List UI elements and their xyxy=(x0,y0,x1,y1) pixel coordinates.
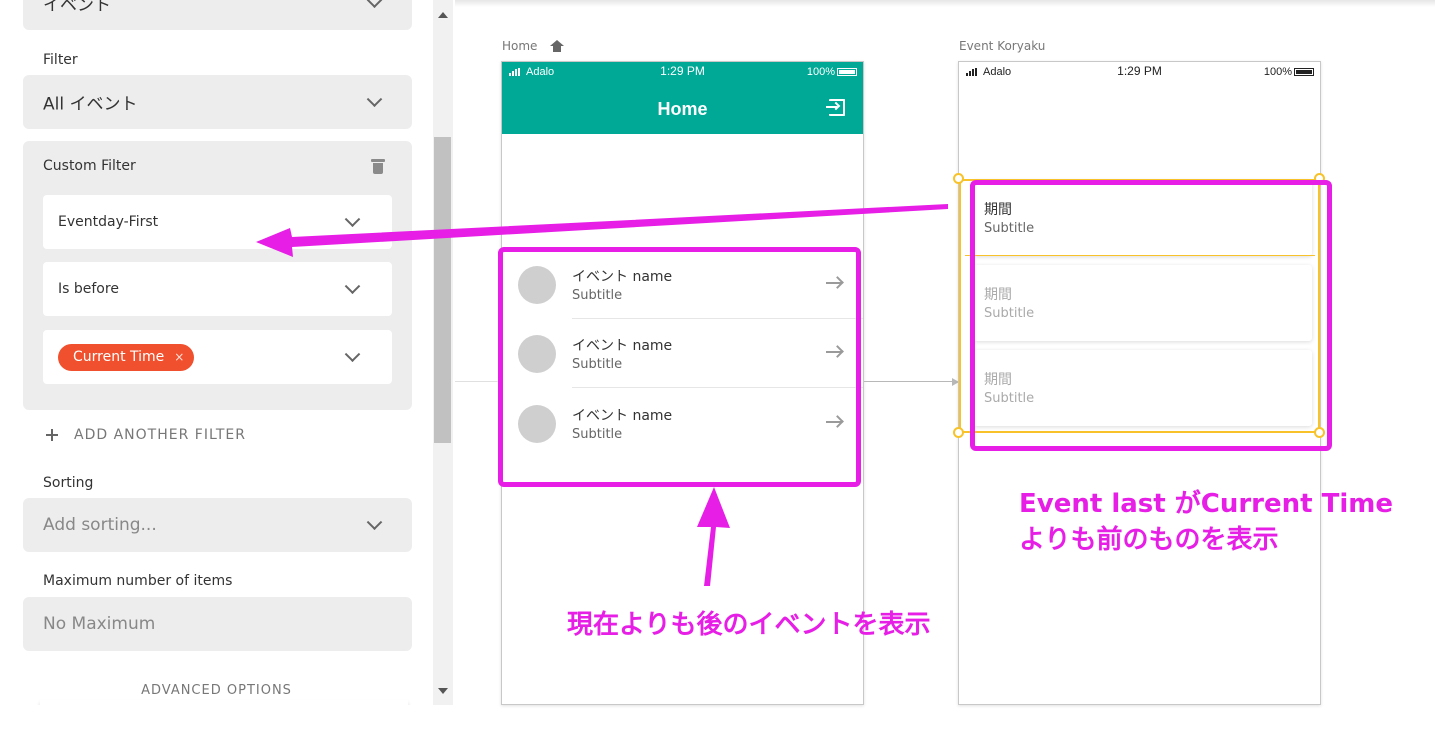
filter-label: Filter xyxy=(43,52,78,68)
status-bar: Adalo 1:29 PM 100% xyxy=(959,62,1320,82)
chip-remove-icon[interactable]: × xyxy=(174,344,184,371)
sorting-placeholder: Add sorting... xyxy=(43,515,157,535)
screen-label-home[interactable]: Home xyxy=(502,39,537,53)
scrollbar-thumb[interactable] xyxy=(434,137,451,443)
max-items-value: No Maximum xyxy=(43,614,156,634)
add-filter-label: ADD ANOTHER FILTER xyxy=(74,427,246,443)
filter-select-value: All イベント xyxy=(43,94,138,115)
status-bar: Adalo 1:29 PM 100% xyxy=(502,62,863,82)
current-time-chip[interactable]: Current Time × xyxy=(58,344,195,371)
chip-label: Current Time xyxy=(73,349,165,365)
resize-handle[interactable] xyxy=(953,173,964,184)
battery-percent: 100% xyxy=(1263,66,1292,78)
resize-handle[interactable] xyxy=(953,427,964,438)
highlight-home-list xyxy=(498,247,861,487)
filter-operator-value: Is before xyxy=(58,281,119,297)
battery-percent: 100% xyxy=(806,66,835,78)
battery-icon xyxy=(1294,68,1314,76)
logout-icon[interactable] xyxy=(826,99,845,116)
trash-icon[interactable] xyxy=(371,159,385,174)
app-bar[interactable]: Adalo 1:29 PM 100% Home xyxy=(502,62,863,134)
max-items-input[interactable]: No Maximum xyxy=(23,597,412,651)
chevron-down-icon xyxy=(366,91,383,108)
custom-filter-card: Custom Filter Eventday-First Is before C… xyxy=(23,141,412,410)
filter-field-select[interactable]: Eventday-First xyxy=(43,195,392,249)
annotation-bottom: 現在よりも後のイベントを表示 xyxy=(567,610,931,640)
filter-operator-select[interactable]: Is before xyxy=(43,262,392,316)
app-bar-title: Home xyxy=(657,99,708,119)
filter-field-value: Eventday-First xyxy=(58,214,159,230)
chevron-down-icon xyxy=(344,211,361,228)
home-icon xyxy=(550,40,564,52)
link-line xyxy=(455,381,500,382)
chevron-down-icon xyxy=(366,0,383,9)
chevron-down-icon xyxy=(344,346,361,363)
custom-filter-title: Custom Filter xyxy=(43,158,136,174)
list-settings-panel: イベント Filter All イベント Custom Filter Event… xyxy=(0,0,433,705)
screen-label-event[interactable]: Event Koryaku xyxy=(959,39,1045,53)
scroll-up-arrow-icon[interactable] xyxy=(438,12,448,18)
annotation-right-line2: よりも前のものを表示 xyxy=(1019,525,1279,555)
canvas: イベント Filter All イベント Custom Filter Event… xyxy=(0,0,1435,742)
battery-icon xyxy=(837,68,857,76)
filter-value-select[interactable]: Current Time × xyxy=(43,330,392,384)
navigation-link-line xyxy=(864,381,954,382)
annotation-right-line1: Event last がCurrent Time xyxy=(1019,489,1393,519)
sorting-select[interactable]: Add sorting... xyxy=(23,498,412,552)
collection-select[interactable]: イベント xyxy=(23,0,412,30)
panel-scrollbar[interactable] xyxy=(433,0,453,705)
max-items-label: Maximum number of items xyxy=(43,573,233,589)
collection-select-value: イベント xyxy=(43,0,111,16)
scroll-down-arrow-icon[interactable] xyxy=(438,688,448,694)
canvas-top-edge xyxy=(455,0,1435,7)
advanced-options-toggle[interactable]: ADVANCED OPTIONS xyxy=(0,683,433,698)
chevron-down-icon xyxy=(344,278,361,295)
panel-bottom-shadow xyxy=(40,700,408,705)
chevron-down-icon xyxy=(366,514,383,531)
plus-icon xyxy=(46,429,58,441)
sorting-label: Sorting xyxy=(43,475,94,491)
filter-select[interactable]: All イベント xyxy=(23,75,412,129)
add-another-filter-button[interactable]: ADD ANOTHER FILTER xyxy=(46,426,246,444)
highlight-event-list xyxy=(970,180,1332,451)
